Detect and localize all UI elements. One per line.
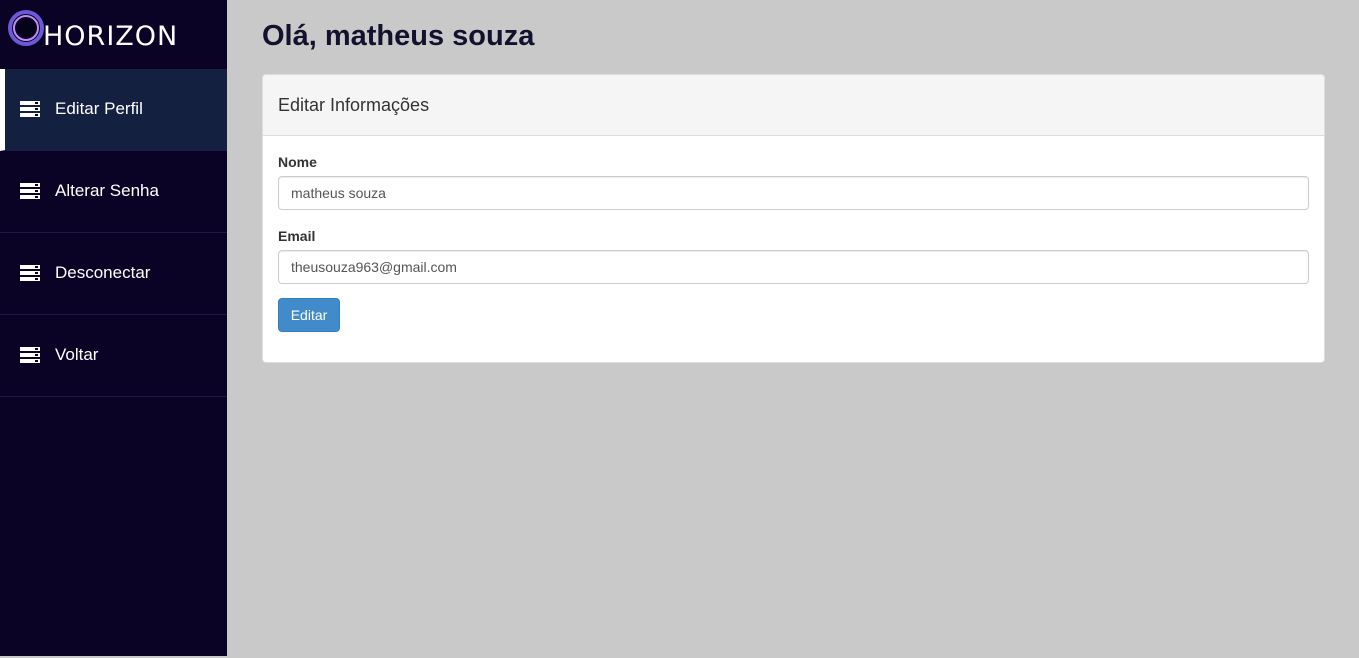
sidebar-item-alterar-senha[interactable]: Alterar Senha bbox=[0, 151, 227, 233]
sidebar-item-desconectar[interactable]: Desconectar bbox=[0, 233, 227, 315]
sidebar-item-label: Editar Perfil bbox=[55, 99, 143, 118]
brand-logo[interactable]: HORIZON bbox=[0, 0, 227, 69]
sidebar-item-label: Desconectar bbox=[55, 263, 151, 282]
sidebar-item-label: Alterar Senha bbox=[55, 181, 159, 200]
list-icon bbox=[20, 183, 40, 199]
edit-submit-button[interactable]: Editar bbox=[278, 298, 340, 332]
horizon-ring-icon bbox=[8, 10, 44, 46]
edit-info-panel: Editar Informações Nome Email Editar bbox=[262, 74, 1325, 363]
sidebar: HORIZON Editar Perfil Alterar Senha Desc… bbox=[0, 0, 227, 656]
sidebar-item-label: Voltar bbox=[55, 345, 99, 364]
list-icon bbox=[20, 347, 40, 363]
name-label: Nome bbox=[278, 154, 317, 170]
list-icon bbox=[20, 101, 40, 117]
panel-title: Editar Informações bbox=[278, 95, 430, 115]
email-label: Email bbox=[278, 228, 316, 244]
sidebar-item-voltar[interactable]: Voltar bbox=[0, 315, 227, 397]
name-field[interactable] bbox=[278, 176, 1309, 210]
panel-heading: Editar Informações bbox=[263, 75, 1324, 136]
page-title: Olá, matheus souza bbox=[262, 20, 535, 52]
email-field[interactable] bbox=[278, 250, 1309, 284]
sidebar-item-editar-perfil[interactable]: Editar Perfil bbox=[0, 69, 227, 151]
brand-name: HORIZON bbox=[43, 21, 179, 52]
list-icon bbox=[20, 265, 40, 281]
